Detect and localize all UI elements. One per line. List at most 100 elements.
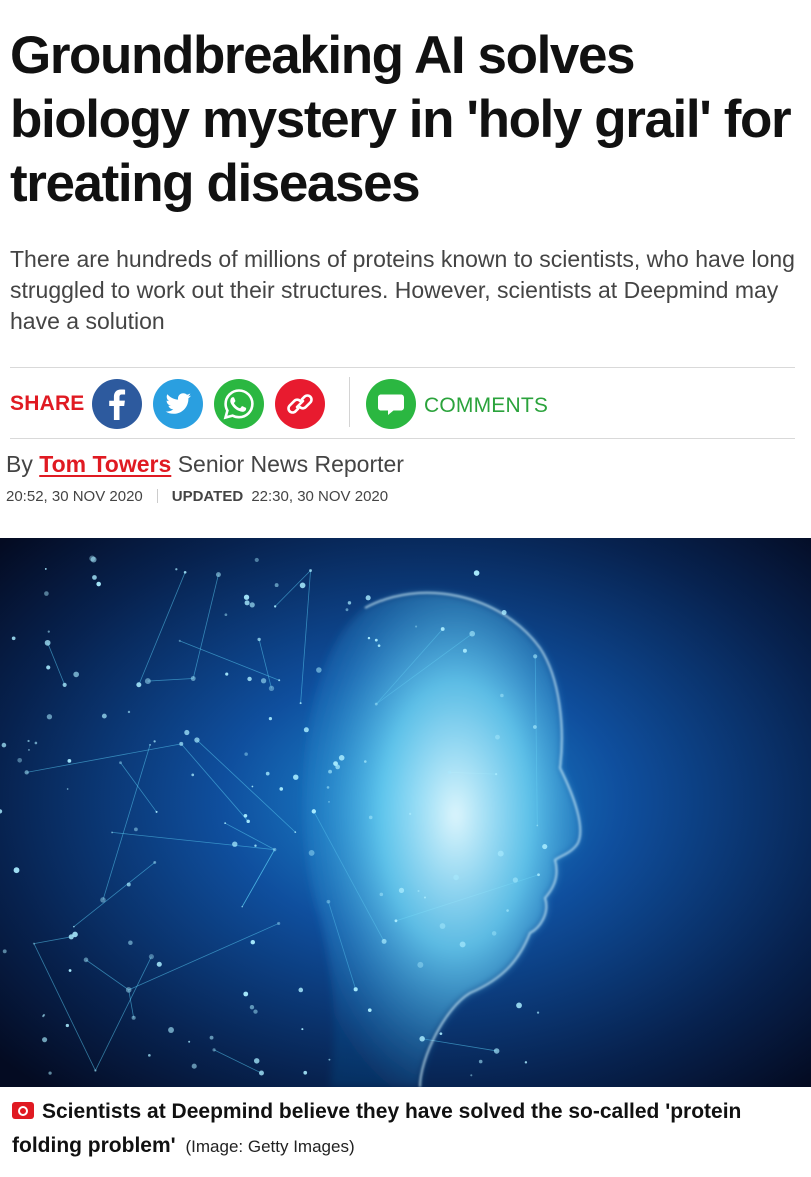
- network-node: [119, 761, 122, 765]
- network-node: [155, 810, 158, 813]
- network-node: [28, 749, 30, 751]
- network-node: [398, 887, 405, 894]
- network-node: [268, 685, 275, 692]
- network-node: [194, 737, 200, 743]
- network-node: [254, 557, 259, 563]
- camera-icon: [12, 1102, 34, 1119]
- network-node: [101, 713, 107, 719]
- network-node: [524, 1061, 528, 1064]
- network-node: [11, 636, 16, 641]
- network-node: [536, 1011, 540, 1014]
- network-node: [493, 1048, 500, 1054]
- image-caption: Scientists at Deepmind believe they have…: [12, 1095, 802, 1164]
- network-node: [128, 940, 133, 946]
- network-node: [66, 788, 69, 790]
- network-node: [215, 572, 221, 578]
- network-node: [536, 824, 539, 827]
- network-node: [44, 639, 51, 646]
- network-node: [241, 905, 244, 908]
- network-node: [265, 771, 270, 776]
- network-node: [249, 602, 255, 608]
- network-node: [409, 812, 412, 816]
- network-node: [144, 678, 151, 685]
- network-node: [148, 1054, 151, 1057]
- network-node: [46, 714, 53, 720]
- network-node: [469, 630, 476, 637]
- network-node: [127, 710, 131, 714]
- network-node: [453, 874, 459, 881]
- network-node: [311, 809, 317, 814]
- comments-link[interactable]: COMMENTS: [424, 394, 548, 418]
- author-role: Senior News Reporter: [177, 451, 404, 477]
- network-node: [72, 931, 78, 938]
- headline: Groundbreaking AI solves biology mystery…: [10, 26, 792, 213]
- author-link[interactable]: Tom Towers: [39, 451, 171, 477]
- network-node: [260, 678, 267, 684]
- network-node: [253, 1009, 258, 1014]
- network-node: [374, 702, 378, 706]
- network-node: [501, 610, 507, 615]
- network-node: [73, 671, 79, 678]
- network-node: [328, 769, 332, 774]
- network-node: [328, 1058, 331, 1061]
- network-node: [303, 1070, 308, 1075]
- facebook-share-button[interactable]: [92, 379, 142, 429]
- network-node: [13, 867, 20, 874]
- network-node: [345, 608, 349, 612]
- network-node: [309, 569, 312, 572]
- network-node: [293, 774, 299, 780]
- network-node: [225, 672, 229, 676]
- hero-image[interactable]: [0, 538, 811, 1087]
- network-node: [247, 676, 252, 682]
- network-node: [148, 954, 154, 960]
- network-node: [347, 601, 352, 605]
- share-bar: SHARE COMMENTS: [10, 375, 800, 431]
- network-node: [516, 1002, 522, 1009]
- divider-bottom: [10, 438, 795, 439]
- network-node: [268, 717, 273, 721]
- copy-link-button[interactable]: [275, 379, 325, 429]
- network-node: [253, 1058, 260, 1064]
- network-node: [512, 877, 518, 883]
- network-node: [90, 556, 97, 563]
- network-node: [243, 991, 249, 997]
- network-node: [473, 570, 480, 576]
- network-node: [153, 860, 157, 864]
- network-node: [353, 987, 358, 992]
- caption-text: Scientists at Deepmind believe they have…: [12, 1100, 742, 1157]
- network-node: [500, 693, 504, 698]
- twitter-share-button[interactable]: [153, 379, 203, 429]
- network-node: [168, 1027, 174, 1033]
- network-node: [212, 1048, 216, 1052]
- comment-bubble-icon: [378, 394, 404, 415]
- network-node: [1, 742, 7, 748]
- network-node: [96, 581, 101, 587]
- network-node: [125, 987, 132, 993]
- whatsapp-share-button[interactable]: [214, 379, 264, 429]
- network-node: [209, 1035, 214, 1040]
- network-node: [42, 1037, 48, 1043]
- network-node: [94, 1069, 97, 1072]
- network-node: [32, 942, 35, 945]
- network-node: [191, 773, 195, 777]
- network-node: [243, 813, 248, 818]
- network-node: [73, 925, 75, 928]
- network-node: [258, 1070, 264, 1076]
- network-node: [246, 819, 250, 824]
- network-node: [83, 957, 89, 963]
- network-node: [184, 729, 190, 736]
- network-node: [243, 594, 250, 600]
- network-node: [303, 727, 309, 733]
- network-node: [62, 682, 67, 687]
- network-node: [533, 725, 537, 729]
- network-node: [537, 873, 540, 877]
- network-node: [42, 1015, 45, 1018]
- comments-button[interactable]: [366, 379, 416, 429]
- network-node: [126, 882, 131, 887]
- network-node: [298, 987, 304, 993]
- network-node: [175, 568, 178, 571]
- network-node: [367, 1008, 372, 1013]
- network-node: [250, 939, 256, 945]
- network-node: [459, 941, 466, 948]
- network-node: [377, 644, 381, 647]
